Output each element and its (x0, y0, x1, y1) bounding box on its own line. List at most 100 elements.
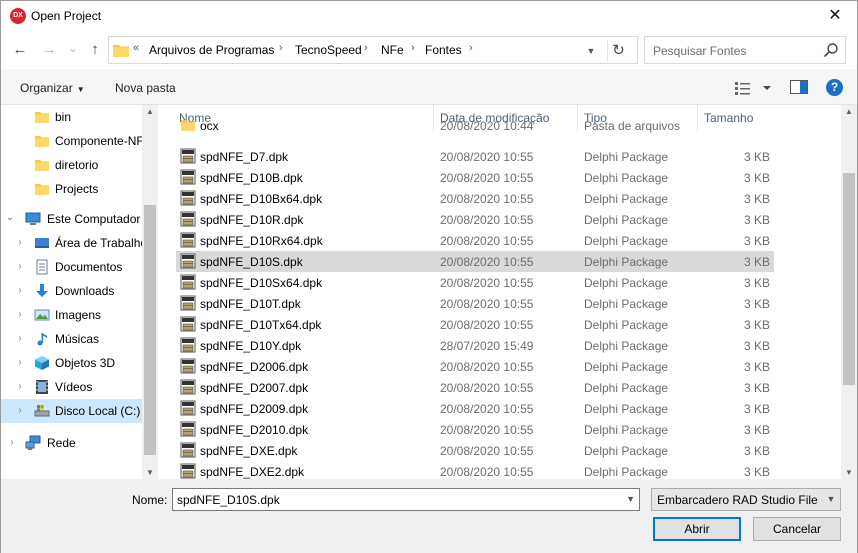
folder-icon (181, 120, 195, 131)
scroll-down-icon[interactable]: ▼ (142, 468, 158, 477)
breadcrumb-separator-icon[interactable]: › (469, 42, 473, 54)
file-row[interactable]: spdNFE_D10R.dpk 20/08/2020 10:55 Delphi Pa… (176, 209, 774, 230)
file-row[interactable]: spdNFE_D2010.dpk 20/08/2020 10:55 Delphi P… (176, 419, 774, 440)
file-row[interactable]: spdNFE_D7.dpk 20/08/2020 10:55 Delphi Pack… (176, 146, 774, 167)
nav-item-objetos-3d[interactable]: › Objetos 3D (1, 351, 144, 375)
chevron-right-icon[interactable]: › (15, 285, 25, 296)
file-row[interactable]: spdNFE_D10T.dpk 20/08/2020 10:55 Delphi Pa… (176, 293, 774, 314)
cancel-button[interactable]: Cancelar (753, 517, 841, 541)
file-name-label: Nome: (132, 493, 168, 507)
breadcrumb-item[interactable]: Fontes (425, 43, 462, 57)
file-date: 20/08/2020 10:55 (440, 234, 534, 248)
file-type: Delphi Package (584, 318, 669, 332)
breadcrumb-overflow-icon[interactable]: « (133, 42, 139, 54)
file-date: 20/08/2020 10:55 (440, 297, 534, 311)
file-row[interactable]: spdNFE_DXE.dpk 20/08/2020 10:55 Delphi Pac… (176, 440, 774, 461)
chevron-down-icon[interactable]: ▼ (822, 489, 840, 510)
nav-item-projects[interactable]: Projects (1, 177, 144, 201)
back-button[interactable]: ← (10, 40, 30, 60)
nav-item-musicas[interactable]: › Músicas (1, 327, 144, 351)
file-row[interactable]: ocx 20/08/2020 10:44 Pasta de arquivos (176, 115, 774, 136)
file-row[interactable]: spdNFE_D10B.dpk 20/08/2020 10:55 Delphi Pa… (176, 167, 774, 188)
forward-button[interactable]: → (39, 40, 59, 60)
chevron-right-icon[interactable]: › (7, 437, 17, 448)
file-row[interactable]: spdNFE_D10Rx64.dpk 20/08/2020 10:55 Delphi… (176, 230, 774, 251)
nav-item-videos[interactable]: › Vídeos (1, 375, 144, 399)
nav-item-label: Downloads (55, 284, 115, 298)
nav-item-area-de-trabalho[interactable]: › Área de Trabalho (1, 231, 148, 255)
new-folder-button[interactable]: Nova pasta (115, 81, 176, 95)
file-row[interactable]: spdNFE_D10Y.dpk 28/07/2020 15:49 Delphi Pa… (176, 335, 774, 356)
nav-item-diretorio[interactable]: diretorio (1, 153, 144, 177)
file-row[interactable]: spdNFE_D10S.dpk 20/08/2020 10:55 Delphi Pa… (176, 251, 774, 272)
file-name: spdNFE_D10B.dpk (200, 171, 303, 185)
file-type-select[interactable]: Embarcadero RAD Studio File (* ▼ (651, 488, 841, 511)
delphi-package-icon (180, 358, 196, 374)
file-name: spdNFE_D10Sx64.dpk (200, 276, 323, 290)
recent-locations-button[interactable]: ⌄ (63, 38, 83, 58)
nav-item-imagens[interactable]: › Imagens (1, 303, 144, 327)
file-row[interactable]: spdNFE_DXE2.dpk 20/08/2020 10:55 Delphi Pa… (176, 461, 774, 479)
breadcrumb-separator-icon[interactable]: › (279, 42, 283, 54)
nav-item-componente-nfe[interactable]: Componente-NFe (1, 129, 150, 153)
nav-item-disco-local[interactable]: › Disco Local (C:) (1, 399, 144, 423)
chevron-right-icon[interactable]: › (15, 261, 25, 272)
chevron-down-icon[interactable]: ⌄ (5, 212, 15, 223)
chevron-right-icon[interactable]: › (15, 405, 25, 416)
address-bar[interactable]: « Arquivos de Programas › TecnoSpeed › N… (108, 36, 638, 64)
help-button[interactable]: ? (826, 79, 843, 96)
file-row[interactable]: spdNFE_D2007.dpk 20/08/2020 10:55 Delphi P… (176, 377, 774, 398)
up-button[interactable]: ↑ (85, 40, 105, 60)
refresh-button[interactable]: ↻ (607, 40, 629, 62)
chevron-right-icon[interactable]: › (15, 237, 25, 248)
title-bar: DX Open Project ✕ (1, 1, 857, 31)
chevron-right-icon[interactable]: › (15, 309, 25, 320)
nav-item-label: Rede (47, 436, 76, 450)
close-button[interactable]: ✕ (813, 1, 857, 31)
pictures-icon (34, 309, 50, 321)
file-list: Nome ^ Data de modificação Tipo Tamanho … (167, 105, 841, 479)
nav-item-downloads[interactable]: › Downloads (1, 279, 144, 303)
scroll-up-icon[interactable]: ▲ (142, 107, 158, 116)
file-date: 20/08/2020 10:55 (440, 402, 534, 416)
chevron-down-icon[interactable]: ▼ (582, 42, 600, 60)
file-row[interactable]: spdNFE_D10Tx64.dpk 20/08/2020 10:55 Delphi… (176, 314, 774, 335)
nav-item-label: Área de Trabalho (55, 236, 148, 250)
delphi-package-icon (180, 316, 196, 332)
file-name-value[interactable]: spdNFE_D10S.dpk (177, 493, 280, 507)
view-options-icon[interactable] (734, 80, 774, 96)
nav-scrollbar[interactable]: ▲ ▼ (142, 105, 158, 479)
file-type: Delphi Package (584, 171, 669, 185)
scroll-up-icon[interactable]: ▲ (841, 107, 857, 116)
scroll-down-icon[interactable]: ▼ (841, 468, 857, 477)
file-row[interactable]: spdNFE_D10Bx64.dpk 20/08/2020 10:55 Delphi… (176, 188, 774, 209)
open-button[interactable]: Abrir (653, 517, 741, 541)
file-row[interactable]: spdNFE_D2006.dpk 20/08/2020 10:55 Delphi P… (176, 356, 774, 377)
chevron-right-icon[interactable]: › (15, 357, 25, 368)
search-box[interactable]: Pesquisar Fontes (644, 36, 846, 64)
chevron-right-icon[interactable]: › (15, 381, 25, 392)
file-name-input[interactable]: spdNFE_D10S.dpk ▼ (172, 488, 640, 511)
breadcrumb-item[interactable]: Arquivos de Programas (149, 43, 274, 57)
organize-button[interactable]: Organizar ▼ (20, 81, 85, 95)
file-row[interactable]: spdNFE_D10Sx64.dpk 20/08/2020 10:55 Delphi… (176, 272, 774, 293)
nav-item-este-computador[interactable]: ⌄ Este Computador (1, 207, 144, 231)
chevron-down-icon[interactable]: ▼ (626, 494, 635, 504)
file-list-scrollbar[interactable]: ▲ ▼ (841, 105, 857, 479)
preview-pane-icon[interactable] (790, 80, 808, 94)
breadcrumb-item[interactable]: NFe (381, 43, 404, 57)
file-list-scrollbar-thumb[interactable] (843, 173, 855, 385)
breadcrumb-separator-icon[interactable]: › (411, 42, 415, 54)
breadcrumb-item[interactable]: TecnoSpeed (295, 43, 362, 57)
nav-item-bin[interactable]: bin (1, 105, 144, 129)
nav-item-documentos[interactable]: › Documentos (1, 255, 144, 279)
file-type: Delphi Package (584, 465, 669, 479)
nav-item-rede[interactable]: › Rede (1, 431, 144, 455)
breadcrumb-separator-icon[interactable]: › (364, 42, 368, 54)
chevron-right-icon[interactable]: › (15, 333, 25, 344)
file-row[interactable]: spdNFE_D2009.dpk 20/08/2020 10:55 Delphi P… (176, 398, 774, 419)
file-date: 28/07/2020 15:49 (440, 339, 534, 353)
nav-scrollbar-thumb[interactable] (144, 205, 156, 455)
nav-item-label: Objetos 3D (55, 356, 116, 370)
search-icon[interactable] (823, 42, 839, 58)
